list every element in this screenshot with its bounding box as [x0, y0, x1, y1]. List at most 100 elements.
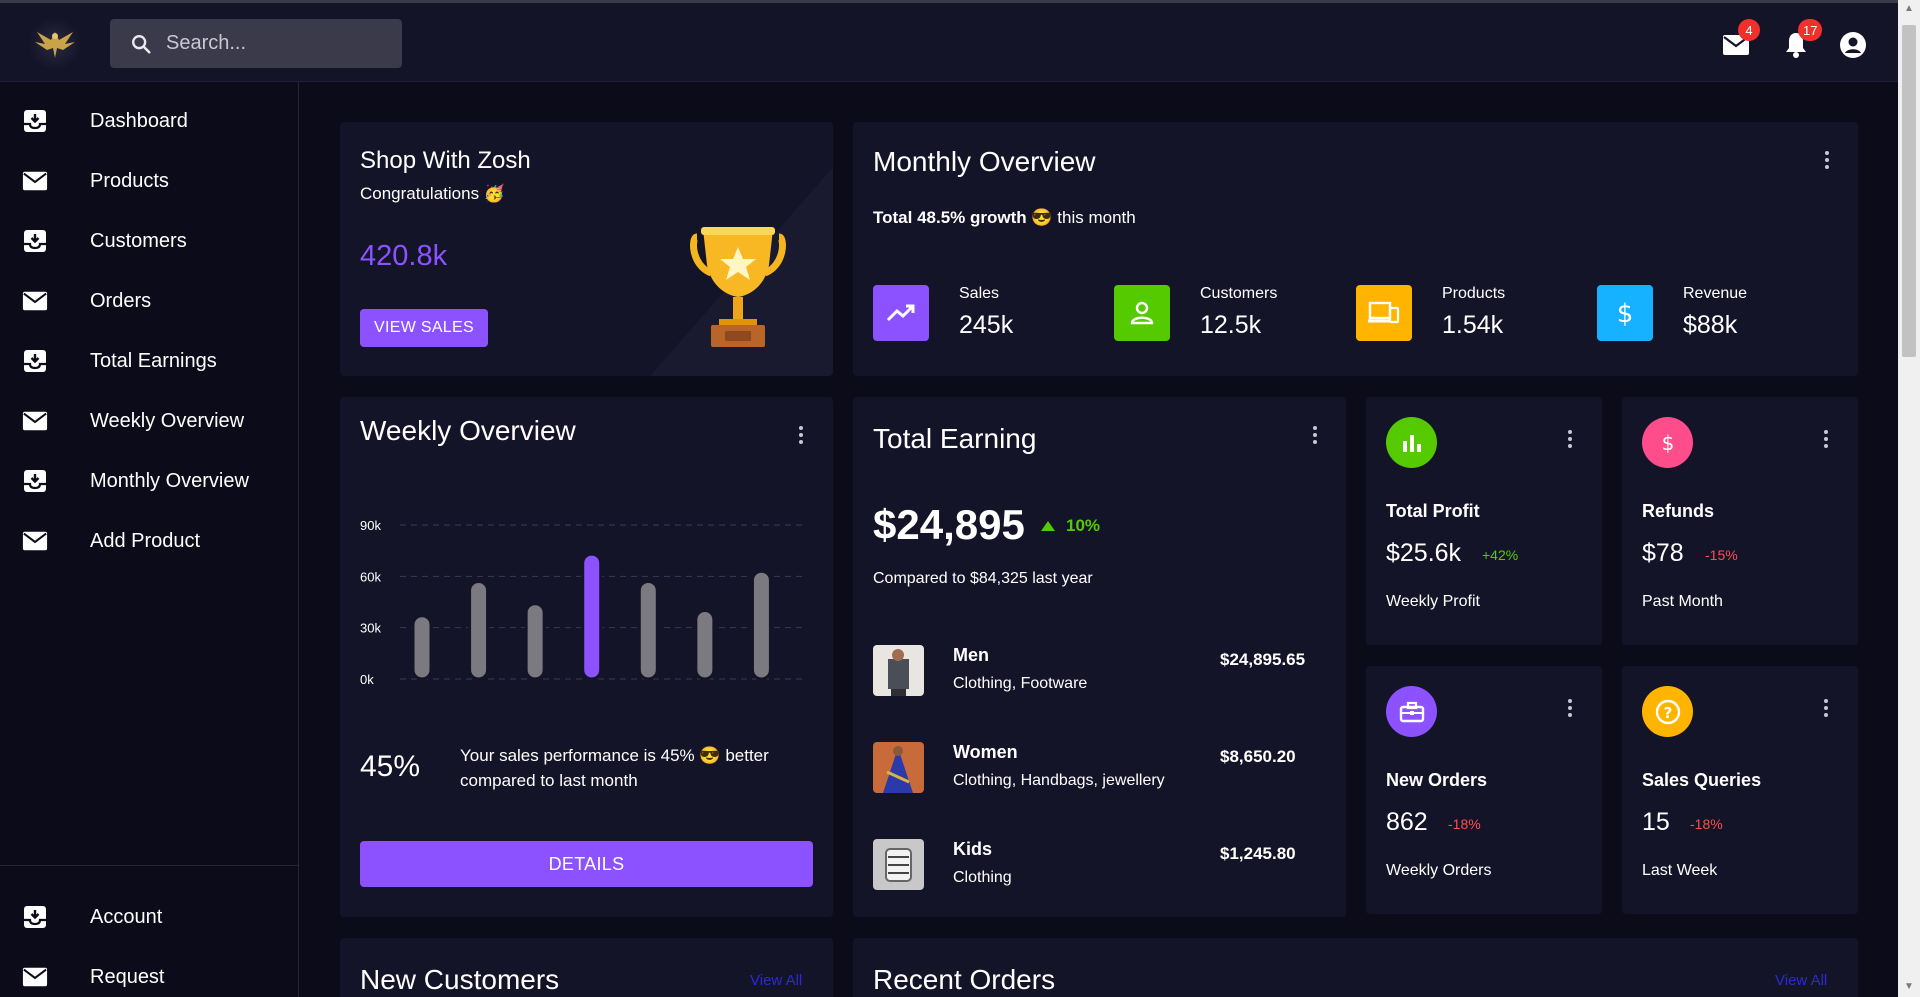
sidebar-item-label: Weekly Overview [90, 409, 245, 432]
account-circle-icon [1840, 32, 1866, 58]
sidebar-item-total-earnings[interactable]: Total Earnings [0, 336, 298, 386]
more-options-icon[interactable] [791, 423, 811, 447]
y-tick-label: 0k [360, 672, 374, 687]
account-button[interactable] [1837, 29, 1869, 61]
recent-orders-view-all-link[interactable]: View All [1775, 972, 1827, 989]
bar-chart-icon [1386, 417, 1437, 468]
sidebar-item-customers[interactable]: Customers [0, 216, 298, 266]
monthly-overview-title: Monthly Overview [873, 146, 1096, 177]
svg-text:$: $ [1617, 299, 1634, 328]
weekly-overview-card: Weekly Overview 90k 60k 30k 0k 45% Your sal… [340, 397, 833, 917]
weekly-message-b: better [725, 746, 769, 765]
earning-row[interactable]: Women Clothing, Handbags, jewellery $8,650… [873, 742, 1346, 812]
notification-badge: 17 [1798, 19, 1823, 41]
trophy-icon [690, 227, 786, 347]
weekly-percent: 45% [360, 750, 421, 783]
earning-subcategories: Clothing, Footware [953, 675, 1088, 692]
new-orders-card: New Orders 862 -18% Weekly Orders [1366, 666, 1602, 914]
weekly-bar-chart: 90k 60k 30k 0k [360, 518, 806, 687]
view-sales-button[interactable]: VIEW SALES [360, 309, 488, 347]
chart-bar[interactable] [637, 579, 659, 681]
weekly-message-c: compared to last month [460, 771, 638, 790]
sidebar-item-label: Monthly Overview [90, 469, 249, 492]
new-customers-title: New Customers [360, 964, 560, 995]
sales-queries-card: ? Sales Queries 15 -18% Last Week [1622, 666, 1858, 914]
chart-bar[interactable] [694, 609, 716, 681]
total-earning-card: Total Earning $24,895 10% Compared to $8… [853, 397, 1346, 917]
sidebar-item-products[interactable]: Products [0, 156, 298, 206]
earning-amount: $24,895 [873, 501, 1025, 548]
queries-value: 15 [1642, 808, 1670, 836]
top-app-bar: 4 17 [0, 0, 1898, 82]
sidebar-item-request[interactable]: Request [0, 952, 298, 997]
chart-bar[interactable] [750, 569, 772, 681]
mail-icon [22, 288, 48, 314]
sidebar-item-label: Dashboard [90, 109, 188, 132]
new-customers-view-all-link[interactable]: View All [750, 972, 802, 989]
sidebar-item-label: Products [90, 169, 169, 192]
notifications-button[interactable]: 17 [1780, 19, 1823, 61]
orders-sub: Weekly Orders [1386, 862, 1492, 879]
shop-subtitle-text: Congratulations [360, 184, 480, 203]
recent-orders-title: Recent Orders [873, 964, 1056, 995]
sidebar-item-orders[interactable]: Orders [0, 276, 298, 326]
chart-bar[interactable] [468, 579, 490, 681]
chart-bar[interactable] [581, 552, 603, 681]
stat-label: Customers [1200, 285, 1278, 302]
stat-label: Revenue [1683, 285, 1748, 302]
stat-value: $88k [1683, 311, 1738, 339]
sidebar-item-label: Account [90, 905, 163, 928]
queries-change: -18% [1690, 816, 1723, 832]
more-options-icon[interactable] [1305, 423, 1325, 447]
sidebar-item-weekly-overview[interactable]: Weekly Overview [0, 396, 298, 446]
earning-amount: $1,245.80 [1220, 844, 1296, 863]
queries-title: Sales Queries [1642, 770, 1762, 790]
chart-bar[interactable] [524, 602, 546, 681]
more-options-icon[interactable] [1560, 696, 1580, 720]
refunds-change: -15% [1705, 547, 1738, 563]
orders-title: New Orders [1386, 770, 1488, 790]
more-options-icon[interactable] [1560, 427, 1580, 451]
growth-bold: Total 48.5% growth [873, 208, 1027, 227]
y-tick-label: 60k [360, 569, 381, 584]
earning-amount: $8,650.20 [1220, 747, 1296, 766]
details-button[interactable]: DETAILS [360, 841, 813, 887]
more-options-icon[interactable] [1817, 148, 1837, 172]
sidebar-item-dashboard[interactable]: Dashboard [0, 96, 298, 146]
party-emoji: 🥳 [483, 184, 505, 203]
brand-logo[interactable] [28, 17, 82, 71]
sidebar-divider [0, 865, 298, 866]
shop-card: Shop With Zosh Congratulations 🥳 420.8k … [340, 122, 833, 376]
mail-button[interactable]: 4 [1720, 19, 1760, 61]
weekly-message: Your sales performance is 45% 😎 better c… [460, 743, 800, 793]
scroll-up-arrow-icon[interactable]: ▲ [1903, 4, 1915, 14]
cool-emoji: 😎 [1031, 208, 1053, 227]
product-thumbnail [873, 839, 924, 890]
profit-title: Total Profit [1386, 501, 1480, 521]
orders-value: 862 [1386, 808, 1428, 836]
sidebar-item-add-product[interactable]: Add Product [0, 516, 298, 566]
shop-amount: 420.8k [360, 240, 448, 272]
scroll-down-arrow-icon[interactable]: ▼ [1903, 982, 1915, 992]
search-box[interactable] [110, 19, 402, 68]
earning-amount: $24,895.65 [1220, 650, 1306, 669]
earning-row[interactable]: Kids Clothing $1,245.80 [873, 839, 1346, 909]
mail-icon [22, 168, 48, 194]
total-earning-title: Total Earning [873, 423, 1037, 454]
refunds-title: Refunds [1642, 501, 1714, 521]
more-options-icon[interactable] [1816, 696, 1836, 720]
inbox-icon [22, 228, 48, 254]
refunds-sub: Past Month [1642, 593, 1723, 610]
inbox-icon [22, 348, 48, 374]
chart-bar[interactable] [411, 614, 433, 681]
arrow-up-icon [1041, 521, 1055, 531]
total-profit-card: Total Profit $25.6k +42% Weekly Profit [1366, 397, 1602, 645]
scrollbar-thumb[interactable] [1902, 25, 1916, 357]
sidebar-item-account[interactable]: Account [0, 892, 298, 942]
more-options-icon[interactable] [1816, 427, 1836, 451]
search-input[interactable] [166, 32, 386, 55]
mail-icon [22, 964, 48, 990]
svg-text:?: ? [1663, 704, 1672, 722]
earning-row[interactable]: Men Clothing, Footware $24,895.65 [873, 645, 1346, 715]
sidebar-item-monthly-overview[interactable]: Monthly Overview [0, 456, 298, 506]
